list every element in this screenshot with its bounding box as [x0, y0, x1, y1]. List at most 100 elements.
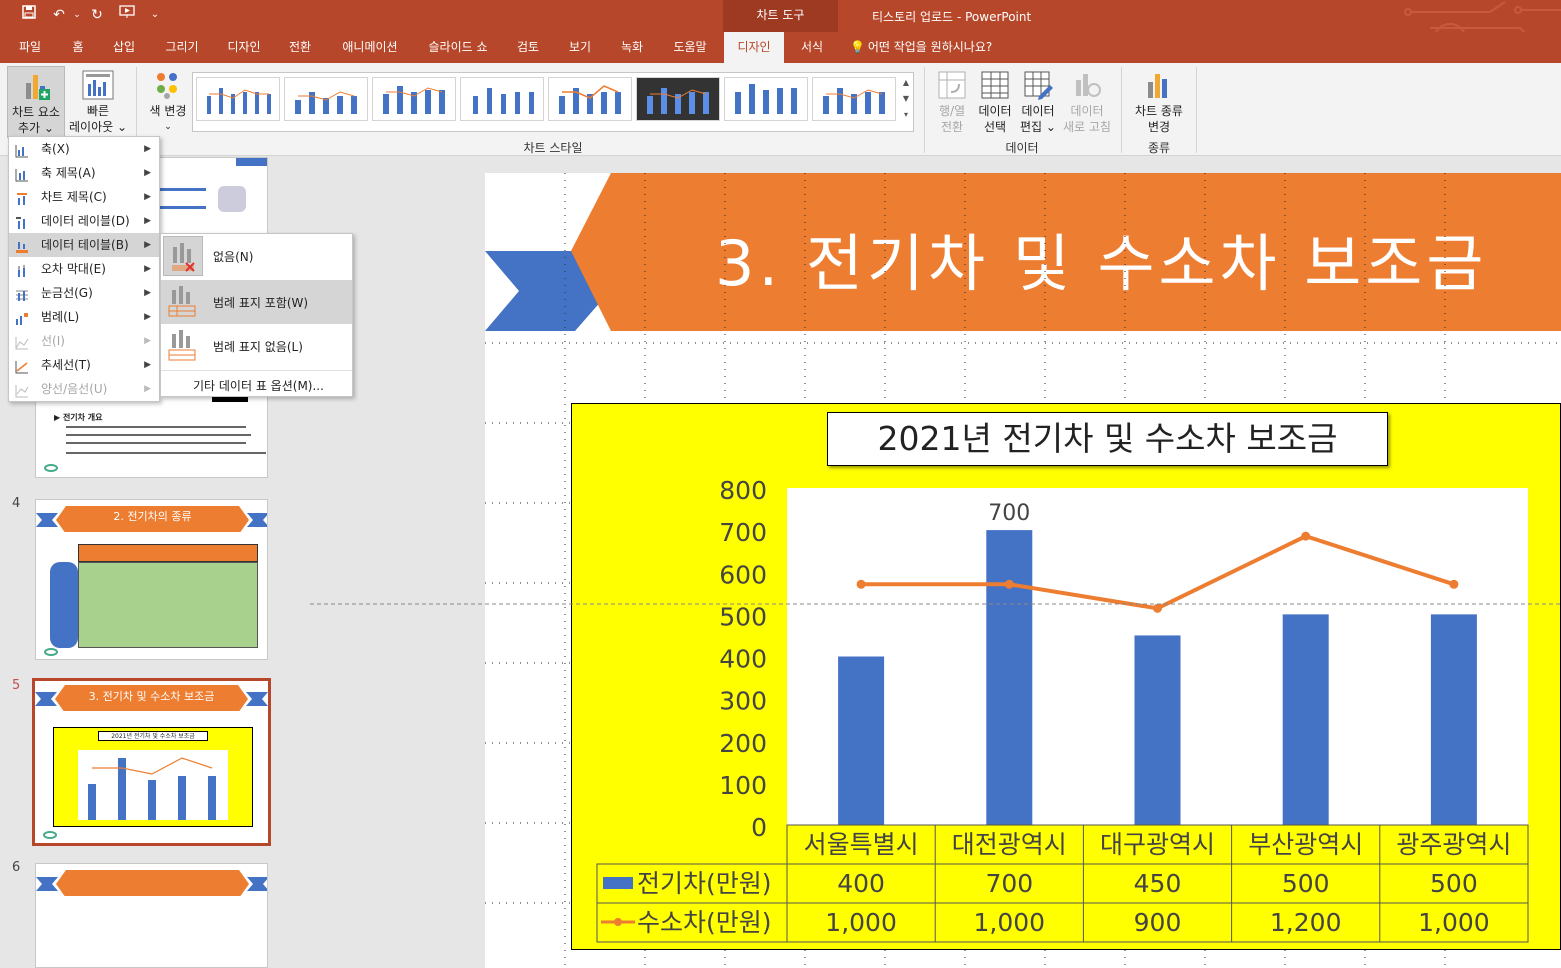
- add-chart-element-label-1: 차트 요소: [12, 105, 60, 119]
- edit-data-label-1: 데이터: [1021, 104, 1055, 118]
- tab-review[interactable]: 검토: [506, 32, 550, 63]
- menu-item-label: 데이터 레이블(D): [41, 214, 130, 228]
- add-chart-element-button[interactable]: 차트 요소 추가 ⌄: [7, 66, 65, 138]
- chart-style-2[interactable]: [284, 77, 368, 121]
- tab-help[interactable]: 도움말: [662, 32, 718, 63]
- select-data-icon: [981, 71, 1009, 99]
- chart-style-7[interactable]: [724, 77, 808, 121]
- menu-item-up-down-bars[interactable]: 양선/음선(U) ▶: [9, 377, 159, 401]
- submenu-item-label: 범례 표지 없음(L): [213, 340, 303, 354]
- tab-animations[interactable]: 애니메이션: [330, 32, 410, 63]
- chart-style-1[interactable]: [196, 77, 280, 121]
- slide-thumbnail-6[interactable]: [35, 863, 268, 968]
- chart-style-3[interactable]: [372, 77, 456, 121]
- submenu-item-no-legend-keys[interactable]: 범례 표지 없음(L): [161, 324, 352, 368]
- menu-item-data-table[interactable]: 데이터 테이블(B) ▶: [9, 233, 159, 257]
- slide-editor[interactable]: 3. 전기차 및 수소차 보조금 2021년 전기차 및 수소차 보조금 800…: [485, 173, 1561, 968]
- slide-number-4: 4: [12, 496, 21, 511]
- edit-data-button[interactable]: 데이터 편집 ⌄: [1016, 66, 1060, 138]
- customize-qat-icon[interactable]: ⌄: [144, 4, 166, 26]
- refresh-data-label-2: 새로 고침: [1063, 120, 1111, 134]
- tab-chart-design[interactable]: 디자인: [724, 32, 784, 63]
- menu-item-lines[interactable]: 선(I) ▶: [9, 329, 159, 353]
- tab-home[interactable]: 홈: [62, 32, 94, 63]
- data-table-cell: 500: [1282, 869, 1330, 898]
- line-point-대전광역시: [1004, 579, 1014, 589]
- tab-slideshow[interactable]: 슬라이드 쇼: [418, 32, 498, 63]
- chart-style-4[interactable]: [460, 77, 544, 121]
- y-axis-tick-label: 100: [719, 771, 767, 800]
- menu-item-axes[interactable]: 축(X) ▶: [9, 137, 159, 161]
- group-separator: [1196, 67, 1197, 153]
- legend-icon: [15, 310, 29, 325]
- switch-row-column-button[interactable]: 행/열 전환: [930, 66, 974, 138]
- undo-dropdown-icon[interactable]: ⌄: [66, 4, 88, 26]
- data-table-cell: 400: [837, 869, 885, 898]
- chart-element-menu: 축(X) ▶ 축 제목(A) ▶ 차트 제목(C) ▶ 데이터 레이블(D) ▶ 데이터…: [8, 136, 160, 402]
- data-table-submenu: 없음(N) 범례 표지 포함(W) 범례 표지 없음(L) 기타 데이터 표 옵…: [160, 233, 353, 397]
- menu-item-axis-titles[interactable]: 축 제목(A) ▶: [9, 161, 159, 185]
- tell-me-search[interactable]: 💡 어떤 작업을 원하시나요?: [850, 32, 1030, 63]
- switch-row-column-icon: [938, 71, 966, 99]
- tab-transitions[interactable]: 전환: [278, 32, 322, 63]
- data-table-no-legend-icon: [163, 326, 203, 366]
- menu-item-legend[interactable]: 범례(L) ▶: [9, 305, 159, 329]
- submenu-item-none[interactable]: 없음(N): [161, 234, 352, 278]
- line-point-부산광역시: [1301, 531, 1311, 541]
- tab-record[interactable]: 녹화: [610, 32, 654, 63]
- submenu-item-label: 없음(N): [213, 250, 254, 264]
- group-separator: [1121, 67, 1122, 153]
- app-name: PowerPoint: [965, 10, 1032, 24]
- chart-style-6[interactable]: [636, 77, 720, 121]
- redo-icon[interactable]: ↻: [86, 4, 108, 26]
- submenu-more-options[interactable]: 기타 데이터 표 옵션(M)...: [161, 370, 352, 396]
- series-name: 수소차(만원): [637, 908, 772, 937]
- tab-format[interactable]: 서식: [790, 32, 834, 63]
- chart-style-8[interactable]: [812, 77, 896, 121]
- slide-thumbnail-4[interactable]: 2. 전기차의 종류: [35, 499, 268, 660]
- category-label: 서울특별시: [804, 830, 919, 859]
- refresh-data-button[interactable]: 데이터 새로 고침: [1060, 66, 1114, 138]
- thumb-text-line: [66, 442, 246, 444]
- edit-data-icon: [1024, 71, 1053, 100]
- submenu-item-with-legend-keys[interactable]: 범례 표지 포함(W): [161, 280, 352, 324]
- submenu-more-label: 기타 데이터 표 옵션(M)...: [193, 379, 324, 393]
- change-colors-button[interactable]: 색 변경 ⌄: [143, 66, 193, 138]
- menu-item-trendline[interactable]: 추세선(T) ▶: [9, 353, 159, 377]
- tab-insert[interactable]: 삽입: [102, 32, 146, 63]
- menu-item-data-labels[interactable]: 데이터 레이블(D) ▶: [9, 209, 159, 233]
- no-data-table-icon: [163, 236, 203, 276]
- style-preview-3: [383, 86, 445, 114]
- document-title: 티스토리 업로드: [872, 10, 954, 24]
- tab-view[interactable]: 보기: [558, 32, 602, 63]
- category-label: 대전광역시: [952, 830, 1067, 859]
- thumb-title: 3. 전기차 및 수소차 보조금: [88, 690, 215, 703]
- menu-item-label: 데이터 테이블(B): [41, 238, 129, 252]
- data-table-cell: 1,200: [1270, 908, 1342, 937]
- menu-item-chart-title[interactable]: 차트 제목(C) ▶: [9, 185, 159, 209]
- add-chart-element-icon: [26, 75, 50, 100]
- data-table-cell: 450: [1134, 869, 1182, 898]
- style-preview-8: [823, 88, 885, 114]
- thumb-banner: [236, 158, 267, 166]
- y-axis-tick-label: 800: [719, 476, 767, 505]
- quick-layout-button[interactable]: 빠른 레이아웃 ⌄: [66, 66, 130, 138]
- tab-draw[interactable]: 그리기: [154, 32, 210, 63]
- change-chart-type-label-2: 변경: [1147, 120, 1171, 134]
- quick-layout-icon: [82, 70, 114, 100]
- group-separator: [924, 67, 925, 153]
- bar-대전광역시: [986, 530, 1033, 825]
- tab-file[interactable]: 파일: [8, 32, 52, 63]
- y-axis-tick-label: 700: [719, 518, 767, 547]
- chart-style-5[interactable]: [548, 77, 632, 121]
- gallery-scroll[interactable]: ▲ ▼ ▾: [900, 75, 912, 129]
- change-colors-label: 색 변경: [149, 104, 187, 118]
- save-icon[interactable]: [18, 4, 40, 26]
- menu-item-gridlines[interactable]: 눈금선(G) ▶: [9, 281, 159, 305]
- menu-item-error-bars[interactable]: 오차 막대(E) ▶: [9, 257, 159, 281]
- slide-thumbnail-5-selected[interactable]: 3. 전기차 및 수소차 보조금 2021년 전기차 및 수소차 보조금: [32, 678, 271, 846]
- change-chart-type-button[interactable]: 차트 종류 변경: [1128, 66, 1190, 138]
- select-data-button[interactable]: 데이터 선택: [975, 66, 1015, 138]
- present-icon[interactable]: [116, 4, 138, 26]
- tab-design[interactable]: 디자인: [216, 32, 272, 63]
